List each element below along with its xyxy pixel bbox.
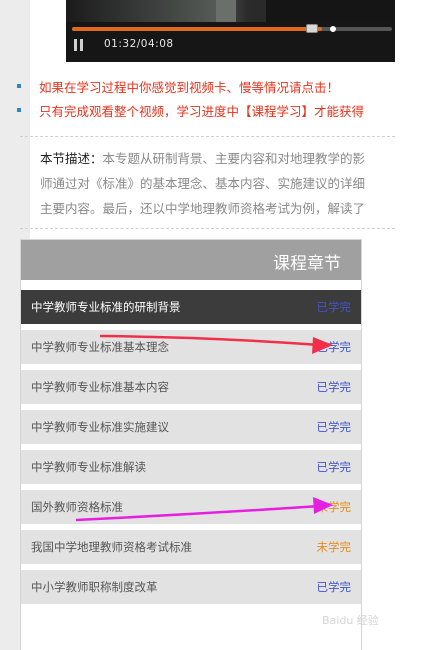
baidu-watermark: Baidu 经验 [322,614,379,627]
chapter-status: 已学完 [316,380,352,394]
chapter-status: 已学完 [316,580,352,594]
chapter-title[interactable]: 中学教师专业标准解读 [31,459,146,475]
seek-bar[interactable] [72,24,392,33]
chapter-item[interactable]: 中学教师专业标准解读 已学完 [21,450,361,484]
chapter-item[interactable]: 中小学教师职称制度改革 已学完 [21,570,361,604]
time-display: 01:32/04:08 [104,38,174,50]
chapter-panel: 课程章节 中学教师专业标准的研制背景 已学完 中学教师专业标准基本理念 已学完 … [20,239,362,650]
video-controls: 01:32/04:08 [66,22,395,62]
chapter-title[interactable]: 中小学教师职称制度改革 [31,579,158,595]
chapter-title[interactable]: 中学教师专业标准实施建议 [31,419,169,435]
chapter-title[interactable]: 中学教师专业标准的研制背景 [31,299,181,315]
video-player[interactable]: 01:32/04:08 [66,0,395,62]
seek-handle[interactable] [306,24,318,33]
chapter-title[interactable]: 中学教师专业标准基本理念 [31,339,169,355]
chapter-title[interactable]: 国外教师资格标准 [31,499,123,515]
chapter-status: 未学完 [316,540,352,554]
divider [20,136,395,137]
chapter-status: 已学完 [316,300,352,314]
section-description-line: 师通过对《标准》的基本理念、基本内容、实施建议的详细 [40,176,366,191]
divider [20,228,395,229]
bullet-icon [17,84,21,88]
video-frame [66,0,395,22]
buffer-marker [330,26,336,32]
chapter-item[interactable]: 中学教师专业标准实施建议 已学完 [21,410,361,444]
chapter-status: 已学完 [316,340,352,354]
chapter-panel-header: 课程章节 [21,240,361,280]
chapter-title[interactable]: 中学教师专业标准基本内容 [31,379,169,395]
chapter-status: 已学完 [316,460,352,474]
bullet-icon [17,108,21,112]
chapter-item[interactable]: 中学教师专业标准的研制背景 已学完 [21,290,361,324]
chapter-item[interactable]: 我国中学地理教师资格考试标准 未学完 [21,530,361,564]
chapter-status: 未学完 [316,500,352,514]
seek-progress [72,27,322,31]
chapter-item[interactable]: 国外教师资格标准 未学完 [21,490,361,524]
description-label: 本节描述： [40,151,103,166]
section-description-line: 本节描述：本专题从研制背景、主要内容和对地理教学的影 [40,151,366,166]
chapter-item[interactable]: 中学教师专业标准基本内容 已学完 [21,370,361,404]
section-description-line: 主要内容。最后，还以中学地理教师资格考试为例，解读了 [40,201,366,216]
chapter-panel-title: 课程章节 [273,254,341,274]
pause-icon[interactable] [74,39,84,51]
chapter-status: 已学完 [316,420,352,434]
chapter-title[interactable]: 我国中学地理教师资格考试标准 [31,539,192,555]
chapter-item[interactable]: 中学教师专业标准基本理念 已学完 [21,330,361,364]
